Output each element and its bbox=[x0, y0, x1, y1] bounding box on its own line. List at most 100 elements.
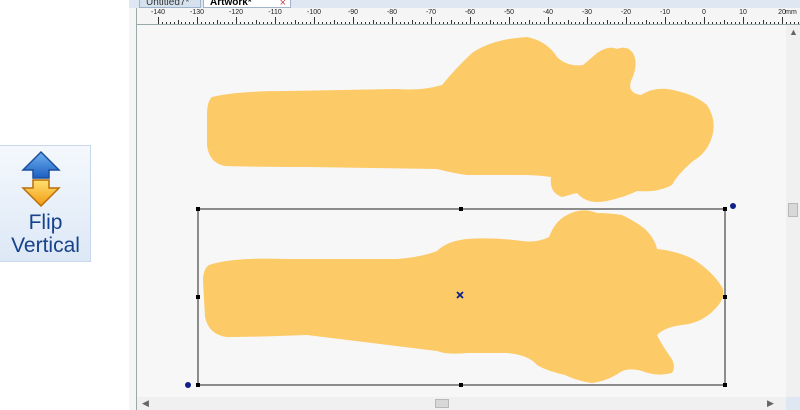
ruler-tick bbox=[286, 22, 288, 24]
ruler-tick bbox=[224, 22, 226, 24]
tab-bar: Untitled7* Artwork* × bbox=[129, 0, 800, 8]
ruler-tick bbox=[310, 22, 312, 24]
resize-handle-tl[interactable] bbox=[196, 207, 200, 211]
ruler-tick bbox=[329, 22, 331, 24]
scroll-right-icon[interactable]: ▶ bbox=[767, 399, 774, 408]
flip-vertical-button[interactable]: Flip Vertical bbox=[0, 145, 91, 262]
ruler-tick bbox=[583, 22, 585, 24]
tab-untitled7[interactable]: Untitled7* bbox=[139, 0, 201, 8]
ruler-tick bbox=[692, 22, 694, 24]
ruler-tick bbox=[267, 22, 269, 24]
ruler-tick bbox=[204, 22, 206, 24]
ruler-tick bbox=[247, 22, 249, 24]
ruler-tick bbox=[594, 22, 596, 24]
ruler-tick bbox=[360, 22, 362, 24]
ruler-tick bbox=[450, 20, 452, 24]
resize-handle-bl[interactable] bbox=[196, 383, 200, 387]
ruler-tick bbox=[657, 22, 659, 24]
ruler-tick bbox=[610, 22, 612, 24]
ruler-tick bbox=[501, 22, 503, 24]
ruler-tick bbox=[754, 22, 756, 24]
ruler-tick bbox=[629, 22, 631, 24]
horizontal-scrollbar[interactable]: ◀ ▶ bbox=[137, 397, 786, 410]
ruler-tick bbox=[314, 17, 315, 24]
ruler-tick bbox=[368, 22, 370, 24]
ruler-tick bbox=[228, 22, 230, 24]
ruler-tick bbox=[403, 22, 405, 24]
ruler-tick bbox=[680, 22, 682, 24]
ruler-tick bbox=[731, 22, 733, 24]
ruler-tick bbox=[232, 22, 234, 24]
ruler-tick bbox=[185, 22, 187, 24]
ruler-tick bbox=[606, 20, 608, 24]
ruler-tick bbox=[169, 22, 171, 24]
ruler-tick bbox=[707, 22, 709, 24]
vertical-scrollbar[interactable]: ▲ bbox=[786, 25, 800, 397]
close-tab-icon[interactable]: × bbox=[280, 0, 286, 8]
ruler-tick bbox=[618, 22, 620, 24]
design-canvas[interactable] bbox=[137, 25, 786, 397]
ruler-tick bbox=[602, 22, 604, 24]
scroll-left-icon[interactable]: ◀ bbox=[142, 399, 149, 408]
ruler-tick bbox=[259, 22, 261, 24]
ruler-unit-label: mm bbox=[785, 9, 797, 16]
rotate-handle-tr[interactable] bbox=[730, 203, 736, 209]
resize-handle-tr[interactable] bbox=[723, 207, 727, 211]
resize-handle-bm[interactable] bbox=[459, 383, 463, 387]
ruler-tick bbox=[626, 17, 627, 24]
ruler-tick bbox=[750, 22, 752, 24]
ruler-tick-label: -60 bbox=[464, 9, 476, 16]
ruler-tick bbox=[446, 22, 448, 24]
ruler-tick bbox=[505, 22, 507, 24]
ruler-tick bbox=[485, 22, 487, 24]
ruler-tick bbox=[637, 22, 639, 24]
ruler-tick bbox=[774, 22, 776, 24]
ruler-tick bbox=[434, 22, 436, 24]
ruler-tick bbox=[789, 22, 791, 24]
ruler-tick-label: -40 bbox=[542, 9, 554, 16]
ruler-tick bbox=[735, 22, 737, 24]
button-label-line1: Flip bbox=[28, 211, 63, 234]
ruler-tick bbox=[555, 22, 557, 24]
ruler-tick bbox=[493, 22, 495, 24]
ruler-tick bbox=[243, 22, 245, 24]
resize-handle-br[interactable] bbox=[723, 383, 727, 387]
ruler-tick bbox=[489, 20, 491, 24]
embroidery-shape-flipped[interactable] bbox=[203, 210, 724, 383]
ruler-tick-label: -50 bbox=[503, 9, 515, 16]
ruler-tick bbox=[345, 22, 347, 24]
ruler-tick bbox=[333, 20, 335, 24]
ruler-tick bbox=[766, 22, 768, 24]
ruler-tick bbox=[668, 22, 670, 24]
ruler-tick bbox=[762, 20, 764, 24]
scroll-up-icon[interactable]: ▲ bbox=[789, 28, 798, 37]
ruler-tick bbox=[423, 22, 425, 24]
scrollbar-corner bbox=[786, 397, 800, 410]
ruler-tick bbox=[442, 22, 444, 24]
ruler-tick bbox=[462, 22, 464, 24]
vertical-scroll-thumb[interactable] bbox=[788, 203, 798, 217]
ruler-tick bbox=[384, 22, 386, 24]
horizontal-scroll-thumb[interactable] bbox=[435, 399, 449, 408]
ruler-tick bbox=[509, 17, 510, 24]
ruler-tick bbox=[649, 22, 651, 24]
ruler-tick-label: -140 bbox=[150, 9, 166, 16]
tab-artwork[interactable]: Artwork* × bbox=[203, 0, 291, 8]
ruler-tick bbox=[165, 22, 167, 24]
ruler-tick bbox=[193, 22, 195, 24]
ruler-tick bbox=[563, 22, 565, 24]
resize-handle-mr[interactable] bbox=[723, 295, 727, 299]
embroidery-shape-original[interactable] bbox=[207, 37, 714, 202]
ruler-tick bbox=[356, 22, 358, 24]
ruler-tick bbox=[181, 22, 183, 24]
ruler-tick bbox=[598, 22, 600, 24]
ruler-tick bbox=[454, 22, 456, 24]
ruler-tick bbox=[700, 22, 702, 24]
rotate-handle-bl[interactable] bbox=[185, 382, 191, 388]
ruler-tick bbox=[173, 22, 175, 24]
ruler-tick bbox=[419, 22, 421, 24]
resize-handle-ml[interactable] bbox=[196, 295, 200, 299]
vertical-ruler bbox=[129, 8, 137, 410]
ruler-tick bbox=[353, 17, 354, 24]
resize-handle-tm[interactable] bbox=[459, 207, 463, 211]
